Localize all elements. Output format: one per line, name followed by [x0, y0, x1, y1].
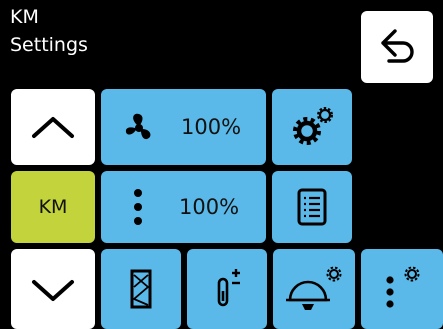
- temperature-button[interactable]: [187, 249, 267, 329]
- dots-value: 100%: [179, 195, 240, 219]
- title-line-1: KM: [10, 6, 39, 28]
- fan-speed-value: 100%: [181, 115, 242, 139]
- back-button[interactable]: [361, 11, 433, 83]
- filter-icon: [128, 267, 154, 311]
- title-line-2: Settings: [10, 34, 88, 56]
- lamp-settings-button[interactable]: [273, 249, 355, 329]
- chevron-down-icon: [28, 274, 78, 304]
- filter-button[interactable]: [101, 249, 181, 329]
- mode-km-label: KM: [38, 196, 68, 218]
- document-list-icon: [295, 187, 329, 227]
- scroll-down-button[interactable]: [11, 249, 95, 329]
- dots-settings-button[interactable]: [361, 249, 443, 329]
- vertical-dots-icon: [131, 187, 145, 227]
- dots-gear-icon: [376, 264, 428, 314]
- lamp-gear-icon: [282, 264, 346, 314]
- thermometer-plus-minus-icon: [207, 265, 247, 313]
- dots-value-button[interactable]: 100%: [101, 171, 266, 243]
- fan-speed-button[interactable]: 100%: [101, 89, 266, 165]
- settings-button[interactable]: [272, 89, 352, 165]
- back-arrow-icon: [375, 25, 419, 69]
- gears-icon: [287, 105, 337, 149]
- chevron-up-icon: [28, 112, 78, 142]
- document-button[interactable]: [272, 171, 352, 243]
- mode-km-button[interactable]: KM: [11, 171, 95, 243]
- scroll-up-button[interactable]: [11, 89, 95, 165]
- page-title: KM Settings: [10, 3, 88, 59]
- fan-icon: [119, 107, 159, 147]
